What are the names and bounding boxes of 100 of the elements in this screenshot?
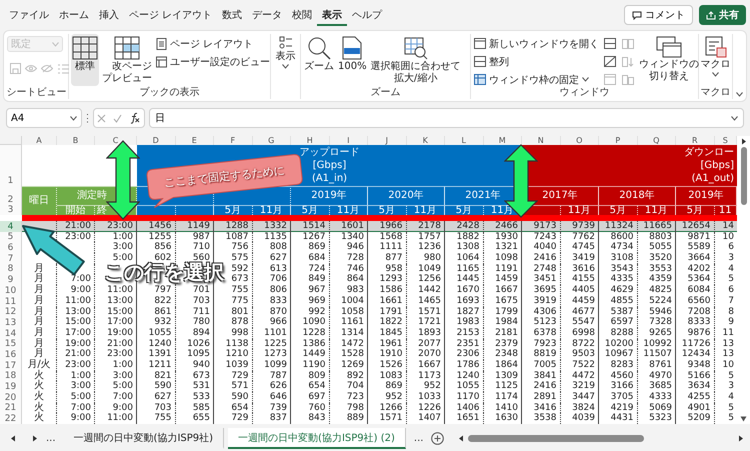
row-header[interactable]: 6 [0,242,22,254]
column-header[interactable]: P [599,136,638,145]
menu-tab[interactable]: データ [247,4,288,26]
table-cell-text: 6 [727,242,735,253]
menu-tab[interactable]: 表示 [317,4,348,26]
column-header[interactable]: A [22,136,57,145]
column-header[interactable]: G [252,136,291,145]
ribbon-button[interactable]: 新しいウィンドウを開く [473,36,600,51]
row-header[interactable]: 1 [0,145,22,186]
zoom-100-button[interactable]: 100% [337,34,368,86]
month-header-cell: 5月 [291,205,330,215]
column-header[interactable]: L [445,136,484,145]
more-sheets-button[interactable]: ... [410,433,428,444]
row-header[interactable]: 7 [0,253,22,264]
row-header[interactable]: 3 [0,205,22,215]
column-header[interactable]: O [560,136,599,145]
column-header[interactable]: H [291,136,330,145]
speech-bubble-icon [632,10,642,20]
function-icon[interactable] [128,112,141,124]
sheet-tab[interactable]: 一週間の日中変動(協力ISP9社) (2) [228,428,406,449]
menu-tab[interactable]: ホーム [54,4,94,26]
row-header[interactable]: 12 [0,306,22,318]
row-header[interactable]: 5 [0,232,22,242]
scroll-right-icon[interactable] [738,435,744,442]
header-cell [137,205,176,215]
table-cell-text: 14 [722,221,735,232]
table-cell-text: 3 [727,381,735,392]
sheet-tab[interactable]: 一週間の日中変動(協力ISP9社) [64,428,224,449]
scroll-thumb[interactable] [468,435,644,442]
row-header[interactable]: 11 [0,296,22,306]
row-header[interactable]: 15 [0,338,22,350]
scroll-up-icon[interactable] [740,138,746,145]
scroll-down-icon[interactable] [740,416,747,422]
column-header[interactable]: N [522,136,560,145]
column-header[interactable]: K [406,136,445,145]
menu-tab[interactable]: ページ レイアウト [124,4,218,26]
ribbon-button[interactable]: 改ページプレビュー [101,34,153,87]
row-header[interactable]: 9 [0,274,22,286]
macro-button[interactable]: マクロ [700,34,732,86]
column-header[interactable]: E [176,136,214,145]
row-header[interactable]: 4 [0,221,22,232]
column-header[interactable]: I [330,136,368,145]
comment-button[interactable]: コメント [624,5,693,25]
switch-windows-button[interactable]: ウィンドウの切り替え [638,34,700,86]
table-cell: 火 [22,413,57,424]
row-header[interactable]: 16 [0,349,22,360]
vertical-scrollbar[interactable] [737,136,750,424]
column-header[interactable]: M [484,136,522,145]
scroll-left-icon[interactable] [458,435,464,442]
row-header[interactable]: 14 [0,328,22,339]
column-header[interactable]: D [137,136,176,145]
show-button[interactable]: 表示 [274,34,296,86]
next-sheet-icon[interactable] [32,435,38,442]
row-header[interactable]: 8 [0,264,22,274]
ribbon-button[interactable]: 整列 [473,54,600,69]
collapse-ribbon-button[interactable] [733,92,746,99]
save-icon[interactable] [7,61,23,76]
name-box[interactable]: A4 [6,108,82,128]
column-header[interactable]: S [714,136,737,145]
column-header[interactable]: B [57,136,95,145]
scroll-thumb[interactable] [740,147,746,205]
ribbon-button[interactable]: ウィンドウ枠の固定 [473,72,600,87]
column-header[interactable]: Q [638,136,676,145]
ribbon-button[interactable]: ユーザー設定のビュー [155,54,271,69]
menu-tab[interactable]: 校閲 [287,4,318,26]
share-button[interactable]: 共有 [699,5,746,25]
column-header[interactable]: R [676,136,714,145]
more-sheets-button[interactable]: ... [42,433,60,444]
row-header[interactable]: 21 [0,402,22,414]
menu-tab[interactable]: 挿入 [94,4,124,26]
section-title-line: (A1_in) [312,172,348,185]
section-title-line: [Gbps] [312,159,346,172]
table-row[interactable]: 4 21:00 23:00 1456 1149 1288 1332 1514 1601 1966 2178 2428 2466 9173 9739 11324 11665 12654 14 [0,221,737,232]
zoom-button[interactable]: ズーム [303,34,335,86]
caret-icon [70,116,77,120]
split-icon[interactable] [602,36,618,51]
row-header[interactable]: 22 [0,413,22,424]
zoom-selection-button[interactable]: 選択範囲に合わせて拡大/縮小 [370,34,462,87]
table-cell: 889 [330,413,368,424]
row-header[interactable]: 10 [0,285,22,296]
column-header[interactable]: C [95,136,137,145]
menu-tab[interactable]: ファイル [4,4,54,26]
previous-sheet-icon[interactable] [10,435,16,442]
row-header[interactable]: 2 [0,186,22,205]
column-header[interactable]: F [214,136,252,145]
menu-tab[interactable]: ヘルプ [347,4,388,26]
ribbon-button[interactable]: ページ レイアウト [155,36,271,51]
row-header[interactable]: 13 [0,317,22,328]
menu-tab[interactable]: 数式 [217,4,248,26]
hide-window-icon[interactable] [602,54,618,69]
month-header-cell: 5月 [676,205,714,215]
add-sheet-icon[interactable] [431,432,444,445]
row-header[interactable]: 19 [0,381,22,392]
table-cell: 11:00 [95,413,137,424]
row-header[interactable]: 18 [0,370,22,382]
ribbon-button[interactable]: 標準 [71,34,99,86]
formula-input[interactable]: 日 [149,108,744,128]
row-header[interactable]: 17 [0,360,22,371]
row-header[interactable]: 20 [0,392,22,403]
column-header[interactable]: J [368,136,406,145]
